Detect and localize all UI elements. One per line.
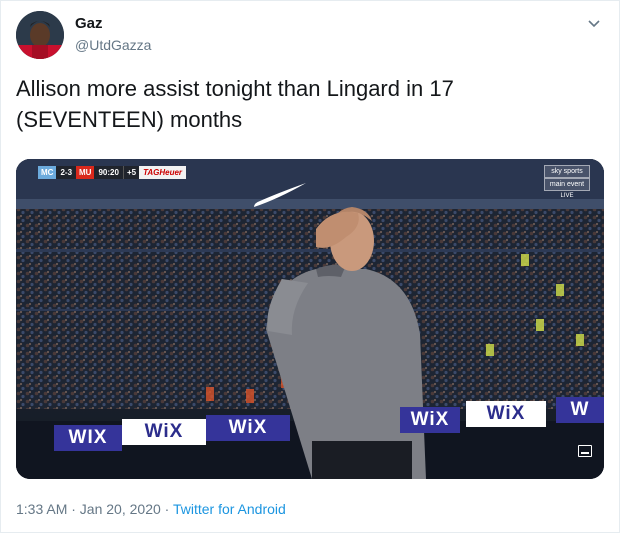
ad-board: WiX — [400, 407, 460, 433]
avatar[interactable] — [16, 11, 64, 59]
source-link[interactable]: Twitter for Android — [173, 501, 286, 517]
user-handle[interactable]: @UtdGazza — [75, 37, 151, 53]
chevron-down-icon[interactable] — [585, 15, 603, 33]
tweet-image[interactable]: WIX WiX WiX WiX WiX W MC 2-3 MU 90:20 +5… — [16, 159, 604, 479]
tweet-meta: 1:33 AM · Jan 20, 2020 · Twitter for And… — [16, 501, 286, 517]
ad-board: W — [556, 397, 604, 423]
avatar-image — [16, 11, 64, 59]
meta-separator: · — [160, 501, 173, 517]
home-team: MC — [38, 166, 57, 179]
score: 2-3 — [56, 166, 77, 179]
sky-sports-logo: sky sports — [544, 165, 590, 178]
expand-icon[interactable] — [578, 445, 592, 457]
tweet-card: Gaz @UtdGazza Allison more assist tonigh… — [0, 0, 620, 533]
sponsor-logo: TAGHeuer — [139, 166, 187, 179]
scorebug: MC 2-3 MU 90:20 +5 TAGHeuer — [38, 166, 187, 179]
display-name[interactable]: Gaz — [75, 15, 103, 32]
tweet-text: Allison more assist tonight than Lingard… — [16, 76, 460, 132]
timestamp[interactable]: 1:33 AM · Jan 20, 2020 — [16, 501, 161, 517]
away-team: MU — [76, 166, 95, 179]
ad-board: WiX — [122, 419, 206, 445]
ad-board: WiX — [466, 401, 546, 427]
ad-board: WiX — [206, 415, 290, 441]
ad-board: WIX — [54, 425, 122, 451]
broadcaster-logo: sky sports main event LIVE — [544, 165, 590, 201]
channel-name: main event — [544, 178, 590, 191]
live-label: LIVE — [560, 193, 574, 199]
match-clock: 90:20 — [94, 166, 123, 179]
added-time: +5 — [122, 166, 140, 179]
